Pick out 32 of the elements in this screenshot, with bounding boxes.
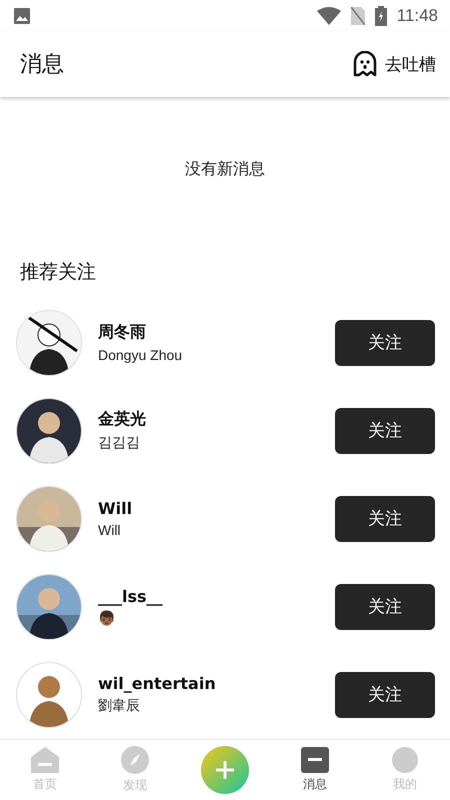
image-icon xyxy=(14,8,30,24)
page-title: 消息 xyxy=(20,51,65,80)
user-name: 金英光 xyxy=(98,409,147,430)
section-title: 推荐关注 xyxy=(19,260,97,285)
person-icon xyxy=(391,746,419,773)
ghost-icon xyxy=(353,51,377,78)
user-name: 周冬雨 xyxy=(98,322,147,344)
home-icon xyxy=(31,746,59,773)
wifi-icon xyxy=(316,6,341,25)
follow-button[interactable]: 关注 xyxy=(335,672,435,718)
user-subtitle: Dongyu Zhou xyxy=(98,347,184,364)
compass-icon xyxy=(121,746,149,774)
follow-button[interactable]: 关注 xyxy=(335,320,435,366)
no-sim-icon xyxy=(350,6,365,25)
message-icon xyxy=(301,746,329,773)
user-subtitle: 👦🏾 xyxy=(98,610,116,626)
user-subtitle: Will xyxy=(98,522,122,538)
follow-button[interactable]: 关注 xyxy=(335,584,435,630)
follow-button[interactable]: 关注 xyxy=(335,496,435,542)
user-name: Will xyxy=(98,499,134,518)
user-subtitle: 劉韋辰 xyxy=(98,697,141,716)
plus-icon xyxy=(216,760,234,779)
follow-button[interactable]: 关注 xyxy=(335,408,435,454)
user-name: ___lss__ xyxy=(98,587,164,606)
empty-message: 没有新消息 xyxy=(185,159,265,180)
nav-tab[interactable]: 消息 xyxy=(270,742,360,797)
add-button[interactable] xyxy=(201,746,249,794)
feedback-button[interactable]: 去吐槽 xyxy=(353,51,436,78)
status-time: 11:48 xyxy=(396,6,438,26)
battery-icon xyxy=(374,6,387,26)
user-name: wil_entertain xyxy=(98,674,217,694)
user-subtitle: 김김김 xyxy=(98,434,141,452)
